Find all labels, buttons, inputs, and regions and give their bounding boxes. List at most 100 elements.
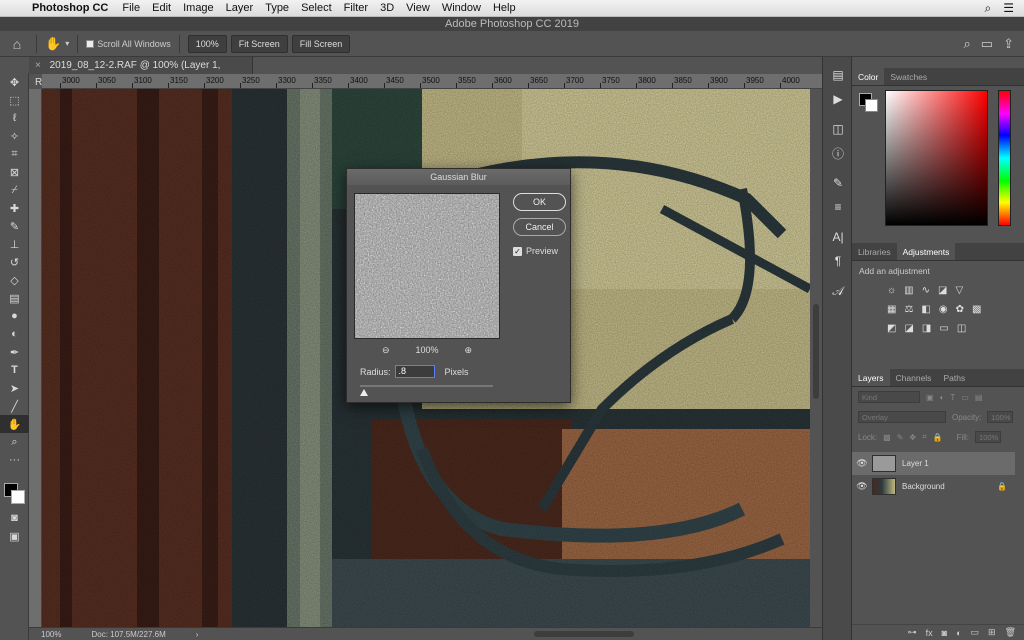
search-icon[interactable]: ⌕ (964, 36, 971, 52)
tab-adjustments[interactable]: Adjustments (896, 243, 956, 260)
fill-screen-button[interactable]: Fill Screen (291, 34, 351, 53)
preview-checkbox[interactable]: ✓ Preview (513, 246, 558, 256)
filter-pixel-icon[interactable]: ▣ (926, 393, 934, 402)
color-balance-icon[interactable]: ⚖ (904, 304, 913, 315)
vertical-scrollbar[interactable] (810, 89, 822, 627)
zoom-out-icon[interactable]: ⊖ (382, 345, 390, 356)
brightness-contrast-icon[interactable]: ☼ (887, 285, 896, 296)
visibility-eye-icon[interactable]: 👁 (852, 458, 872, 469)
quick-mask-icon[interactable]: ◙ (0, 509, 29, 527)
more-tools-icon[interactable]: ··· (0, 451, 29, 469)
menu-3d[interactable]: 3D (374, 0, 400, 17)
frame-icon[interactable]: ⊠ (0, 163, 29, 181)
zoom-icon[interactable]: ⌕ (0, 433, 29, 451)
fill-input[interactable]: 100% (975, 431, 1002, 443)
history-brush-icon[interactable]: ↺ (0, 253, 29, 271)
blur-preview[interactable] (354, 193, 500, 339)
menu-view[interactable]: View (400, 0, 436, 17)
photo-filter-icon[interactable]: ◉ (939, 304, 948, 315)
lock-move-icon[interactable]: ✥ (909, 433, 916, 442)
background-color-chip[interactable] (865, 99, 878, 112)
layer-kind-filter[interactable]: Kind (858, 391, 920, 403)
black-white-icon[interactable]: ◧ (921, 304, 930, 315)
brush-icon[interactable]: ✎ (0, 217, 29, 235)
share-icon[interactable]: ⇪ (1003, 36, 1014, 52)
actions-panel-icon[interactable]: ▶ (823, 87, 853, 111)
home-icon[interactable]: ⌂ (6, 36, 28, 52)
exposure-icon[interactable]: ◪ (938, 285, 947, 296)
color-lookup-icon[interactable]: ▩ (972, 304, 981, 315)
blend-mode-select[interactable]: Overlay (858, 411, 946, 423)
screen-mode-icon[interactable]: ▣ (0, 527, 29, 545)
marquee-icon[interactable]: ⬚ (0, 91, 29, 109)
levels-icon[interactable]: ▥ (904, 285, 913, 296)
menu-help[interactable]: Help (487, 0, 522, 17)
invert-icon[interactable]: ◩ (887, 323, 896, 334)
opacity-input[interactable]: 100% (987, 411, 1014, 423)
line-icon[interactable]: ╱ (0, 397, 29, 415)
vertical-ruler[interactable] (29, 89, 42, 627)
tab-channels[interactable]: Channels (890, 369, 938, 386)
link-layers-icon[interactable]: ⊶ (908, 627, 917, 638)
gradient-map-icon[interactable]: ▭ (939, 323, 948, 334)
path-selection-icon[interactable]: ➤ (0, 379, 29, 397)
layer-style-icon[interactable]: fx (926, 628, 933, 638)
tab-libraries[interactable]: Libraries (852, 243, 897, 260)
selective-color-icon[interactable]: ◫ (957, 323, 966, 334)
document-tab[interactable]: × 2019_08_12-2.RAF @ 100% (Layer 1, RGB/… (29, 57, 253, 88)
tab-paths[interactable]: Paths (937, 369, 971, 386)
layer-row-background[interactable]: 👁 Background 🔒 (852, 475, 1015, 498)
type-icon[interactable]: T (0, 361, 29, 379)
clone-stamp-icon[interactable]: ⊥ (0, 235, 29, 253)
new-layer-icon[interactable]: ⊞ (988, 627, 996, 638)
brushes-panel-icon[interactable]: ✎ (823, 171, 853, 195)
color-picker-field[interactable] (885, 90, 988, 226)
lock-paint-icon[interactable]: ✎ (897, 433, 904, 442)
filter-type-icon[interactable]: T (950, 393, 955, 402)
vertical-scroll-thumb[interactable] (813, 304, 819, 399)
menu-app-name[interactable]: Photoshop CC (28, 2, 116, 14)
fit-screen-button[interactable]: Fit Screen (230, 34, 288, 53)
tab-layers[interactable]: Layers (852, 369, 890, 386)
paragraph-panel-icon[interactable]: ¶ (823, 249, 853, 273)
tab-color[interactable]: Color (852, 68, 885, 85)
blur-icon[interactable]: ● (0, 307, 29, 325)
menu-layer[interactable]: Layer (220, 0, 260, 17)
add-mask-icon[interactable]: ◙ (942, 628, 947, 638)
menu-select[interactable]: Select (295, 0, 338, 17)
hue-slider[interactable] (998, 90, 1011, 226)
menu-filter[interactable]: Filter (338, 0, 374, 17)
pen-icon[interactable]: ✒ (0, 343, 29, 361)
close-tab-icon[interactable]: × (35, 60, 41, 71)
curves-icon[interactable]: ∿ (922, 285, 930, 296)
horizontal-ruler[interactable]: 3000 3050 3100 3150 3200 3250 3300 3350 3400 3450… (42, 74, 822, 89)
background-color-swatch[interactable] (11, 490, 25, 504)
status-menu-arrow[interactable]: › (196, 630, 199, 639)
crop-icon[interactable]: ⌗ (0, 145, 29, 163)
zoom-100-button[interactable]: 100% (187, 34, 227, 53)
menu-window[interactable]: Window (436, 0, 487, 17)
filter-adjust-icon[interactable]: ◐ (940, 393, 945, 402)
zoom-in-icon[interactable]: ⊕ (465, 345, 473, 356)
new-group-icon[interactable]: ▭ (971, 627, 980, 638)
threshold-icon[interactable]: ◨ (922, 323, 931, 334)
magic-wand-icon[interactable]: ✧ (0, 127, 29, 145)
ok-button[interactable]: OK (513, 193, 566, 211)
chevron-down-icon[interactable]: ▾ (65, 39, 69, 48)
menu-image[interactable]: Image (177, 0, 220, 17)
horizontal-scroll-thumb[interactable] (534, 631, 634, 637)
properties-panel-icon[interactable]: ◫ (823, 117, 853, 141)
glyphs-panel-icon[interactable]: 𝒜 (823, 279, 853, 303)
visibility-eye-icon[interactable]: 👁 (852, 481, 872, 492)
dodge-icon[interactable]: ◐ (0, 325, 29, 343)
workspace-icon[interactable]: ▭ (981, 36, 993, 52)
delete-layer-icon[interactable]: 🗑 (1005, 627, 1016, 638)
lock-artboard-icon[interactable]: ⌗ (922, 432, 927, 442)
move-icon[interactable]: ✥ (0, 73, 29, 91)
menu-type[interactable]: Type (259, 0, 295, 17)
channel-mixer-icon[interactable]: ✿ (956, 304, 964, 315)
eraser-icon[interactable]: ◇ (0, 271, 29, 289)
lock-transparent-icon[interactable]: ▩ (883, 433, 891, 442)
brush-settings-panel-icon[interactable]: ≡ (823, 195, 853, 219)
hue-saturation-icon[interactable]: ▦ (887, 304, 896, 315)
